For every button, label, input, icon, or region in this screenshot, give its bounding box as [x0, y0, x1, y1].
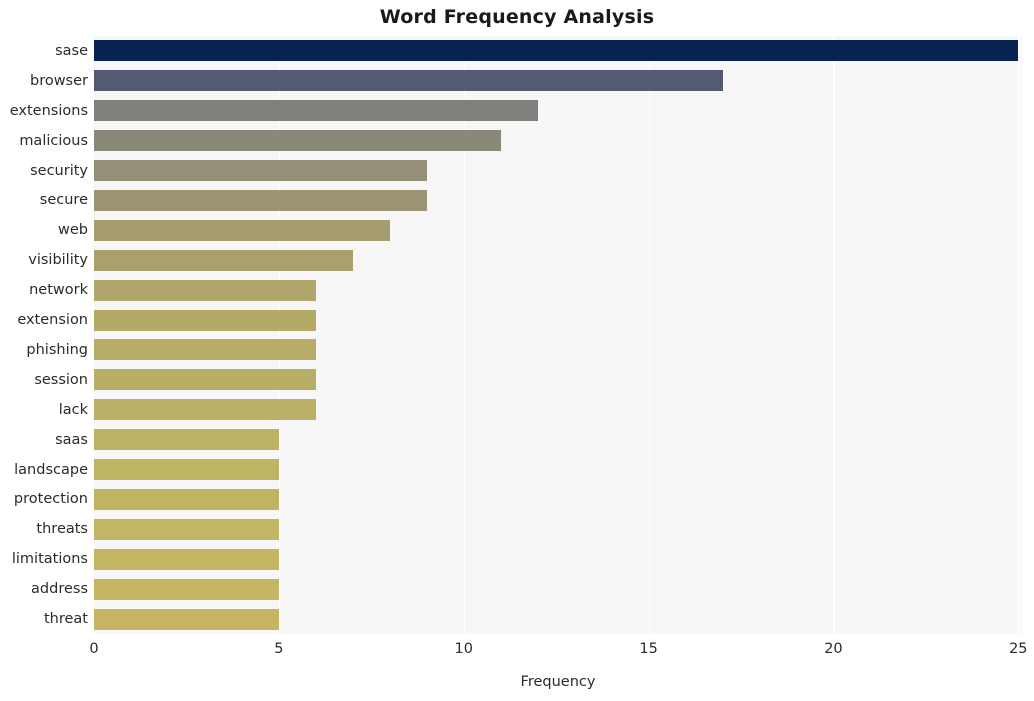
y-axis-tick-labels: sase browser extensions malicious security se…: [0, 36, 88, 634]
bar: [94, 369, 316, 391]
y-axis-tick-label: address: [31, 581, 88, 598]
y-axis-tick-label: security: [30, 162, 88, 179]
bar: [94, 608, 279, 630]
bar: [94, 219, 390, 241]
x-axis-tick-label: 20: [824, 641, 843, 657]
bars-container: [94, 36, 1022, 634]
bar: [94, 518, 279, 540]
x-axis-title: Frequency: [520, 674, 596, 690]
chart-title: Word Frequency Analysis: [379, 6, 655, 28]
x-axis-tick-label: 0: [89, 641, 99, 657]
bar: [94, 399, 316, 421]
x-axis-tick-label: 5: [274, 641, 284, 657]
y-axis-tick-label: sase: [55, 42, 88, 59]
x-axis-tick-label: 25: [1009, 641, 1028, 657]
bar: [94, 100, 538, 122]
y-axis-tick-label: phishing: [26, 341, 88, 358]
y-axis-tick-label: protection: [13, 491, 88, 508]
bar: [94, 309, 316, 331]
y-axis-tick-label: extension: [17, 312, 88, 329]
bar: [94, 279, 316, 301]
bar: [94, 548, 279, 570]
bar: [94, 488, 279, 510]
bar: [94, 429, 279, 451]
bar: [94, 578, 279, 600]
chart-figure: Word Frequency Analysis sase browser exten…: [0, 0, 1034, 701]
y-axis-tick-label: visibility: [28, 252, 88, 269]
y-axis-tick-label: threats: [36, 521, 88, 538]
y-axis-tick-label: network: [29, 282, 88, 299]
plot-area: [94, 36, 1022, 634]
y-axis-tick-label: limitations: [11, 551, 88, 568]
y-axis-tick-label: malicious: [19, 132, 88, 149]
bar: [94, 130, 501, 152]
y-axis-tick-label: secure: [39, 192, 88, 209]
y-axis-tick-label: session: [34, 371, 88, 388]
bar: [94, 70, 723, 92]
bar: [94, 459, 279, 481]
y-axis-tick-label: extensions: [9, 102, 88, 119]
y-axis-tick-label: saas: [55, 431, 88, 448]
x-axis-tick-label: 10: [454, 641, 473, 657]
y-axis-tick-label: landscape: [14, 461, 88, 478]
x-axis-tick-labels: 0 5 10 15 20 25: [89, 636, 1027, 660]
bar: [94, 160, 427, 182]
y-axis-tick-label: threat: [43, 611, 88, 628]
bar: [94, 189, 427, 211]
x-axis-tick-label: 15: [639, 641, 658, 657]
y-axis-tick-label: web: [58, 222, 88, 239]
y-axis-tick-label: browser: [29, 72, 88, 89]
bar: [94, 339, 316, 361]
bar: [94, 249, 353, 271]
bar: [94, 40, 1019, 62]
y-axis-tick-label: lack: [58, 401, 88, 418]
